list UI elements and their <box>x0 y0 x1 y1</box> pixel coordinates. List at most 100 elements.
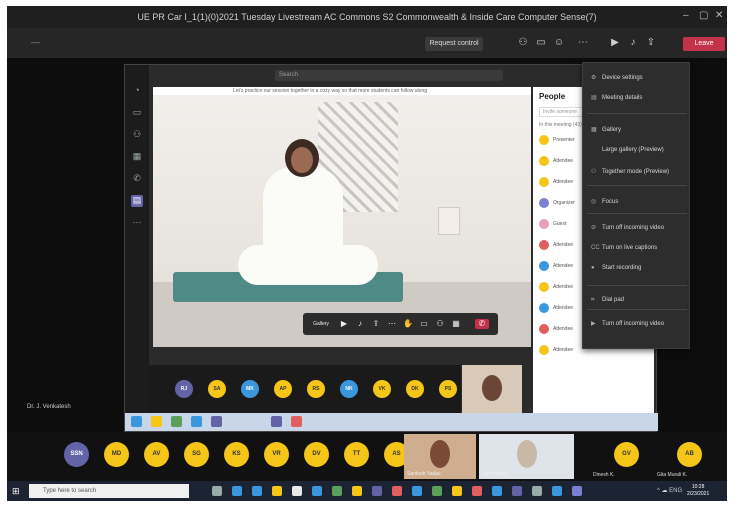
inner-roster: RJ SA MK AP RS NK VK DK PS <box>149 365 461 413</box>
apps-icon[interactable]: ⋯ <box>131 217 143 229</box>
menu-item[interactable]: CC Turn on live captions <box>591 243 657 254</box>
taskbar-app-icon[interactable] <box>212 486 222 496</box>
inner-taskbar-app-icon[interactable] <box>191 416 202 427</box>
taskbar-app-icon[interactable] <box>392 486 402 496</box>
inner-taskbar-app-icon[interactable] <box>151 416 162 427</box>
menu-item-label: Turn on live captions <box>602 245 658 251</box>
taskbar-search[interactable]: Type here to search <box>29 484 189 498</box>
inner-mic-icon[interactable]: ♪ <box>355 319 365 329</box>
taskbar-app-icon[interactable] <box>432 486 442 496</box>
clock-time: 10:28 <box>691 484 705 490</box>
participant-avatar[interactable]: DV <box>304 442 329 467</box>
camera-icon[interactable]: ▶ <box>609 37 621 49</box>
inner-share-icon[interactable]: ⇪ <box>371 319 381 329</box>
menu-item[interactable]: Large gallery (Preview) <box>591 145 664 156</box>
participant-avatar[interactable]: PS <box>439 380 457 398</box>
windows-start-icon[interactable]: ⊞ <box>12 486 22 496</box>
menu-item[interactable]: ▦ Gallery <box>591 125 621 136</box>
people-icon[interactable]: ⚇ <box>517 37 529 49</box>
taskbar-app-icon[interactable] <box>552 486 562 496</box>
participant-video-tile[interactable]: Santosh Yadav <box>404 434 476 479</box>
chat-icon[interactable]: ▭ <box>535 37 547 49</box>
inner-chat-icon[interactable]: ▭ <box>419 319 429 329</box>
leave-button[interactable]: Leave <box>683 37 725 51</box>
taskbar-app-icon[interactable] <box>532 486 542 496</box>
menu-item[interactable]: ⚇ Together mode (Preview) <box>591 167 669 178</box>
participant-avatar[interactable]: RJ <box>175 380 193 398</box>
request-control-button[interactable]: Request control <box>425 37 483 51</box>
taskbar-app-icon[interactable] <box>232 486 242 496</box>
taskbar-app-icon[interactable] <box>572 486 582 496</box>
participant-avatar[interactable]: VK <box>373 380 391 398</box>
inner-hand-icon[interactable]: ✋ <box>403 319 413 329</box>
taskbar-app-icon[interactable] <box>412 486 422 496</box>
close-icon[interactable]: ✕ <box>715 10 723 21</box>
participant-avatar[interactable]: KS <box>224 442 249 467</box>
taskbar-app-icon[interactable] <box>272 486 282 496</box>
system-tray[interactable]: ^ ☁ ENG <box>657 487 682 494</box>
focus-icon: ◎ <box>591 199 597 205</box>
taskbar-app-icon[interactable] <box>312 486 322 496</box>
mic-icon[interactable]: ♪ <box>627 37 639 49</box>
minimize-icon[interactable]: – <box>683 10 689 21</box>
participant-avatar[interactable]: RS <box>307 380 325 398</box>
inner-taskbar-app-icon[interactable] <box>291 416 302 427</box>
participant-avatar[interactable]: SA <box>208 380 226 398</box>
menu-item[interactable]: ▤ Meeting details <box>591 93 642 104</box>
more-icon[interactable]: ⋯ <box>577 37 589 49</box>
inner-hangup-icon[interactable]: ✆ <box>475 319 489 329</box>
taskbar-app-icon[interactable] <box>372 486 382 496</box>
maximize-icon[interactable]: ▢ <box>699 10 708 21</box>
calls-icon[interactable]: ✆ <box>131 173 143 185</box>
taskbar-clock[interactable]: 10:28 2/23/2021 <box>687 484 709 498</box>
participant-avatar[interactable]: SSN <box>64 442 89 467</box>
inner-more-icon[interactable]: ⋯ <box>387 319 397 329</box>
menu-item[interactable]: ⚙ Device settings <box>591 73 643 84</box>
menu-item[interactable]: ◎ Focus <box>591 197 618 208</box>
inner-taskbar-app-icon[interactable] <box>271 416 282 427</box>
files-icon[interactable]: ▤ <box>131 195 143 207</box>
taskbar-app-icon[interactable] <box>452 486 462 496</box>
menu-item[interactable]: ● Start recording <box>591 263 641 274</box>
video-icon: ▶ <box>591 321 596 327</box>
participant-avatar[interactable]: AB <box>677 442 702 467</box>
participant-avatar[interactable]: MD <box>104 442 129 467</box>
inner-camera-icon[interactable]: ▶ <box>339 319 349 329</box>
taskbar-app-icon[interactable] <box>352 486 362 496</box>
activity-icon[interactable]: ◔ <box>131 85 143 97</box>
instructor-body <box>263 167 343 277</box>
menu-item[interactable]: ⊘ Turn off incoming video <box>591 223 664 234</box>
menu-item[interactable]: ▶ Turn off incoming video <box>591 319 664 330</box>
participant-avatar[interactable]: DK <box>406 380 424 398</box>
taskbar-app-icon[interactable] <box>492 486 502 496</box>
share-icon[interactable]: ⇪ <box>645 37 657 49</box>
teams-icon[interactable]: ⚇ <box>131 129 143 141</box>
inner-taskbar-app-icon[interactable] <box>211 416 222 427</box>
taskbar-app-icon[interactable] <box>332 486 342 496</box>
reactions-icon[interactable]: ☺ <box>553 37 565 49</box>
inner-grid-icon[interactable]: ▦ <box>451 319 461 329</box>
participant-avatar[interactable]: MK <box>241 380 259 398</box>
participant-avatar[interactable]: AV <box>144 442 169 467</box>
shared-search-bar[interactable]: Search <box>275 70 503 81</box>
participant-avatar[interactable]: SG <box>184 442 209 467</box>
taskbar-app-icon[interactable] <box>512 486 522 496</box>
participant-avatar[interactable]: VR <box>264 442 289 467</box>
taskbar-app-icon[interactable] <box>472 486 482 496</box>
taskbar-app-icon[interactable] <box>252 486 262 496</box>
participant-avatar[interactable]: NK <box>340 380 358 398</box>
participant-avatar[interactable]: AP <box>274 380 292 398</box>
chat-rail-icon[interactable]: ▭ <box>131 107 143 119</box>
inner-taskbar-app-icon[interactable] <box>131 416 142 427</box>
title-bar: UE PR Car I_1(1)(0)2021 Tuesday Livestre… <box>7 6 727 28</box>
participant-video-tile[interactable]: Ravi Kumar <box>479 434 574 479</box>
menu-item-label: Start recording <box>602 265 642 271</box>
menu-item[interactable]: ⌗ Dial pad <box>591 295 624 306</box>
inner-people-icon[interactable]: ⚇ <box>435 319 445 329</box>
taskbar-app-icon[interactable] <box>292 486 302 496</box>
inner-taskbar-app-icon[interactable] <box>171 416 182 427</box>
participant-avatar[interactable]: TT <box>344 442 369 467</box>
inner-taskbar <box>125 413 658 431</box>
calendar-icon[interactable]: ▦ <box>131 151 143 163</box>
participant-avatar[interactable]: GV <box>614 442 639 467</box>
